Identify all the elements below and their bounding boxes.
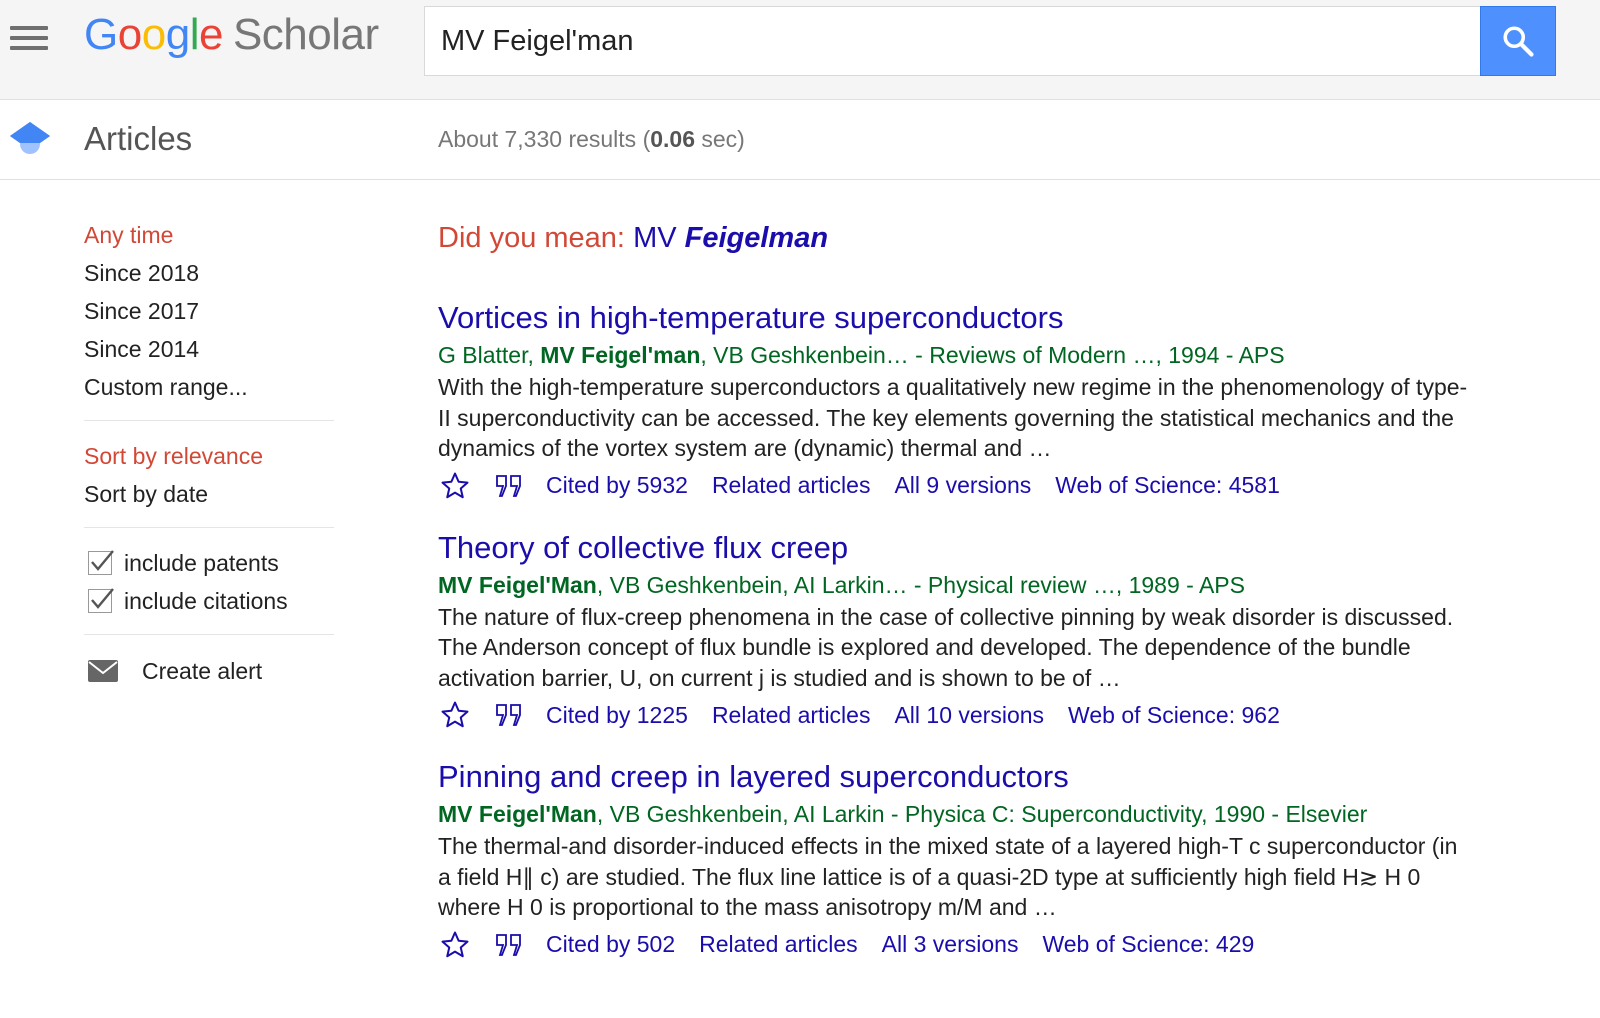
- sidebar: Any time Since 2018 Since 2017 Since 201…: [84, 216, 334, 691]
- all-versions-link[interactable]: All 10 versions: [894, 702, 1044, 729]
- sidebar-divider: [84, 634, 334, 635]
- result-title-link[interactable]: Theory of collective flux creep: [438, 528, 1568, 568]
- hamburger-menu-icon[interactable]: [10, 26, 48, 52]
- checkbox-label: include citations: [124, 587, 288, 614]
- search-input[interactable]: [425, 7, 1482, 75]
- top-header: Google Scholar: [0, 0, 1600, 100]
- checkbox-box[interactable]: [88, 550, 114, 575]
- filter-since-2017[interactable]: Since 2017: [84, 292, 334, 330]
- web-of-science-link[interactable]: Web of Science: 429: [1042, 931, 1254, 958]
- graduation-cap-icon: [10, 122, 50, 154]
- result-actions: Cited by 1225 Related articles All 10 ve…: [438, 695, 1568, 735]
- result-authors: G Blatter, MV Feigel'man, VB Geshkenbein…: [438, 342, 1285, 368]
- search-box: [424, 6, 1482, 76]
- result-actions: Cited by 5932 Related articles All 9 ver…: [438, 466, 1568, 506]
- result-snippet: The nature of flux-creep phenomena in th…: [438, 603, 1454, 691]
- filter-any-time[interactable]: Any time: [84, 216, 334, 254]
- checkbox-label: include patents: [124, 549, 279, 576]
- include-citations-checkbox[interactable]: include citations: [84, 582, 334, 620]
- save-star-icon[interactable]: [438, 698, 472, 732]
- search-icon: [1503, 26, 1534, 57]
- filter-custom-range[interactable]: Custom range...: [84, 368, 334, 406]
- web-of-science-link[interactable]: Web of Science: 4581: [1055, 472, 1280, 499]
- envelope-icon: [88, 660, 118, 682]
- did-you-mean: Did you mean: MV Feigelman: [438, 216, 1568, 260]
- result-authors: MV Feigel'Man, VB Geshkenbein, AI Larkin…: [438, 801, 1368, 827]
- checkmark-icon: [91, 588, 114, 609]
- sort-by-relevance[interactable]: Sort by relevance: [84, 437, 334, 475]
- checkmark-icon: [91, 550, 114, 571]
- result-authors: MV Feigel'Man, VB Geshkenbein, AI Larkin…: [438, 571, 1245, 598]
- page-title: Articles: [84, 120, 193, 157]
- all-versions-link[interactable]: All 9 versions: [894, 472, 1031, 499]
- include-patents-checkbox[interactable]: include patents: [84, 544, 334, 582]
- related-articles-link[interactable]: Related articles: [712, 472, 871, 499]
- all-versions-link[interactable]: All 3 versions: [882, 931, 1019, 958]
- cite-quote-icon[interactable]: [492, 928, 526, 962]
- search-button[interactable]: [1480, 6, 1556, 76]
- search-result: Theory of collective flux creep MV Feige…: [438, 528, 1568, 736]
- google-scholar-logo[interactable]: Google Scholar: [84, 10, 379, 60]
- did-you-mean-suggestion[interactable]: MV Feigelman: [633, 222, 828, 254]
- sidebar-divider: [84, 420, 334, 421]
- filter-since-2018[interactable]: Since 2018: [84, 254, 334, 292]
- search-result: Vortices in high-temperature superconduc…: [438, 298, 1568, 506]
- filter-since-2014[interactable]: Since 2014: [84, 330, 334, 368]
- create-alert-button[interactable]: Create alert: [84, 651, 334, 691]
- sidebar-divider: [84, 527, 334, 528]
- search-result: Pinning and creep in layered superconduc…: [438, 757, 1568, 965]
- result-title-link[interactable]: Vortices in high-temperature superconduc…: [438, 298, 1568, 338]
- cited-by-link[interactable]: Cited by 1225: [546, 702, 688, 729]
- result-title-link[interactable]: Pinning and creep in layered superconduc…: [438, 757, 1568, 797]
- related-articles-link[interactable]: Related articles: [712, 702, 871, 729]
- related-articles-link[interactable]: Related articles: [699, 931, 858, 958]
- did-you-mean-label: Did you mean:: [438, 222, 625, 254]
- cite-quote-icon[interactable]: [492, 698, 526, 732]
- save-star-icon[interactable]: [438, 928, 472, 962]
- sort-by-date[interactable]: Sort by date: [84, 475, 334, 513]
- sub-header: Articles About 7,330 results (0.06 sec): [0, 100, 1600, 180]
- results-area: Did you mean: MV Feigelman Vortices in h…: [438, 216, 1568, 987]
- cited-by-link[interactable]: Cited by 502: [546, 931, 675, 958]
- result-snippet: The thermal-and disorder-induced effects…: [438, 833, 1458, 920]
- cite-quote-icon[interactable]: [492, 469, 526, 503]
- result-snippet: With the high-temperature superconductor…: [438, 374, 1468, 461]
- results-count: About 7,330 results (0.06 sec): [438, 126, 745, 152]
- checkbox-box[interactable]: [88, 588, 114, 613]
- save-star-icon[interactable]: [438, 469, 472, 503]
- web-of-science-link[interactable]: Web of Science: 962: [1068, 702, 1280, 729]
- result-actions: Cited by 502 Related articles All 3 vers…: [438, 925, 1568, 965]
- cited-by-link[interactable]: Cited by 5932: [546, 472, 688, 499]
- create-alert-label: Create alert: [142, 657, 263, 684]
